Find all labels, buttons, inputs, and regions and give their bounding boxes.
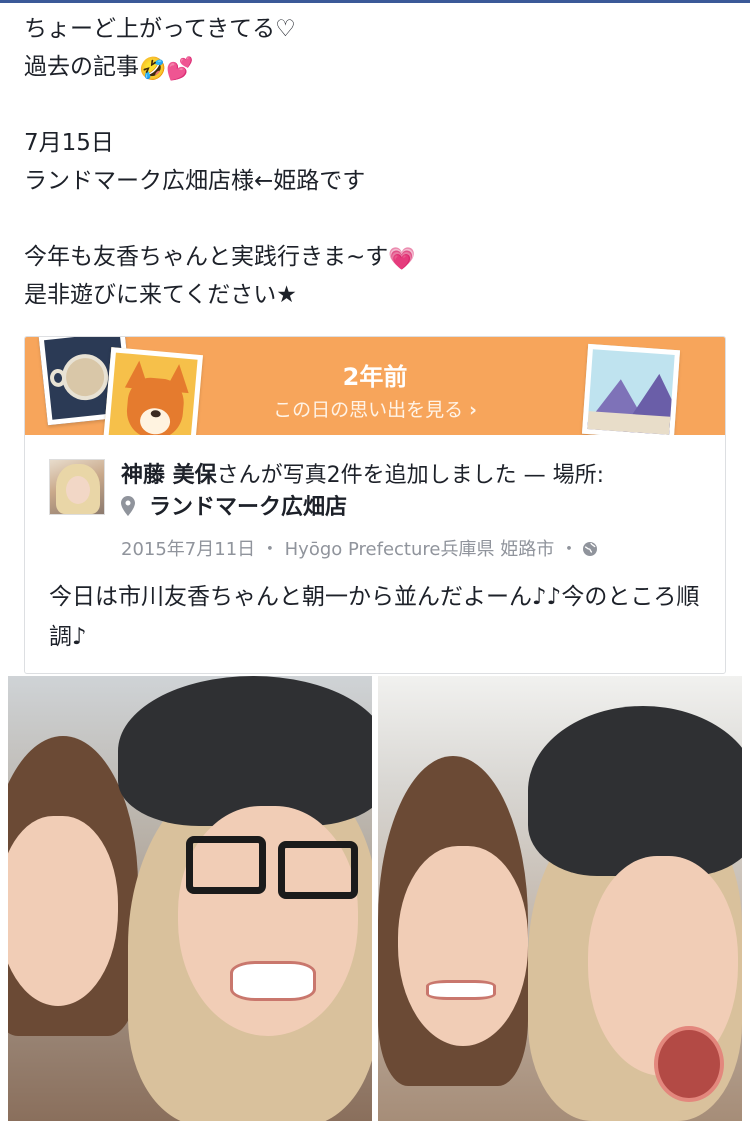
post-line-invite: 是非遊びに来てください★: [24, 282, 297, 308]
post-meta: 2015年7月11日 ・ Hyōgo Prefecture兵庫県 姫路市 ・: [121, 537, 598, 563]
see-memories-link[interactable]: この日の思い出を見る ›: [25, 395, 725, 422]
memory-years-ago: 2年前: [342, 363, 408, 391]
author-name[interactable]: 神藤 美保: [121, 463, 217, 488]
meta-separator: ・: [260, 539, 279, 560]
place-name: ランドマーク広畑店: [149, 495, 348, 520]
place-link[interactable]: ランドマーク広畑店: [121, 493, 347, 523]
location-pin-icon: [121, 496, 135, 516]
post-line-plan: 今年も友香ちゃんと実践行きま~す💗: [24, 238, 724, 276]
post-line-date: 7月15日: [24, 130, 114, 156]
post-line-blank: [24, 86, 724, 124]
two-hearts-emoji-icon: 💕: [166, 57, 194, 82]
memory-banner[interactable]: 2年前 この日の思い出を見る ›: [25, 337, 725, 435]
shared-post-headline: 神藤 美保さんが写真2件を追加しました — 場所:: [121, 461, 721, 491]
post-line-plan-text: 今年も友香ちゃんと実践行きま~す: [24, 244, 389, 270]
post-line-venue: ランドマーク広畑店様←姫路です: [24, 168, 366, 194]
post-line-2: 過去の記事🤣💕: [24, 48, 724, 86]
post-line-1: ちょーど上がってきてる♡: [24, 16, 296, 42]
chevron-right-icon: ›: [469, 399, 477, 421]
post-line-2-text: 過去の記事: [24, 54, 139, 80]
avatar[interactable]: [49, 459, 105, 515]
post-text: ちょーど上がってきてる♡ 過去の記事🤣💕 7月15日 ランドマーク広畑店様←姫路…: [24, 10, 724, 314]
post-location[interactable]: Hyōgo Prefecture兵庫県 姫路市: [285, 539, 555, 560]
growing-heart-emoji-icon: 💗: [388, 247, 416, 272]
post-date[interactable]: 2015年7月11日: [121, 539, 255, 560]
photo-grid: [0, 676, 750, 1121]
memory-card: 2年前 この日の思い出を見る › 神藤 美保さんが写真2件を追加しました — 場所…: [24, 336, 726, 674]
laughing-emoji-icon: 🤣: [139, 57, 167, 82]
top-border: [0, 0, 750, 3]
shared-post: 神藤 美保さんが写真2件を追加しました — 場所: ランドマーク広畑店 2015…: [25, 435, 725, 673]
post-caption: 今日は市川友香ちゃんと朝一から並んだよーん♪♪今のところ順調♪: [49, 584, 700, 650]
photo-selfie-glasses[interactable]: [8, 676, 372, 1121]
photo-selfie-tongue[interactable]: [378, 676, 742, 1121]
globe-icon: [582, 542, 597, 556]
see-memories-label: この日の思い出を見る: [273, 399, 464, 421]
meta-separator: ・: [559, 539, 578, 560]
post-line-blank: [24, 200, 724, 238]
post-action-text: さんが写真2件を追加しました — 場所:: [216, 463, 605, 488]
